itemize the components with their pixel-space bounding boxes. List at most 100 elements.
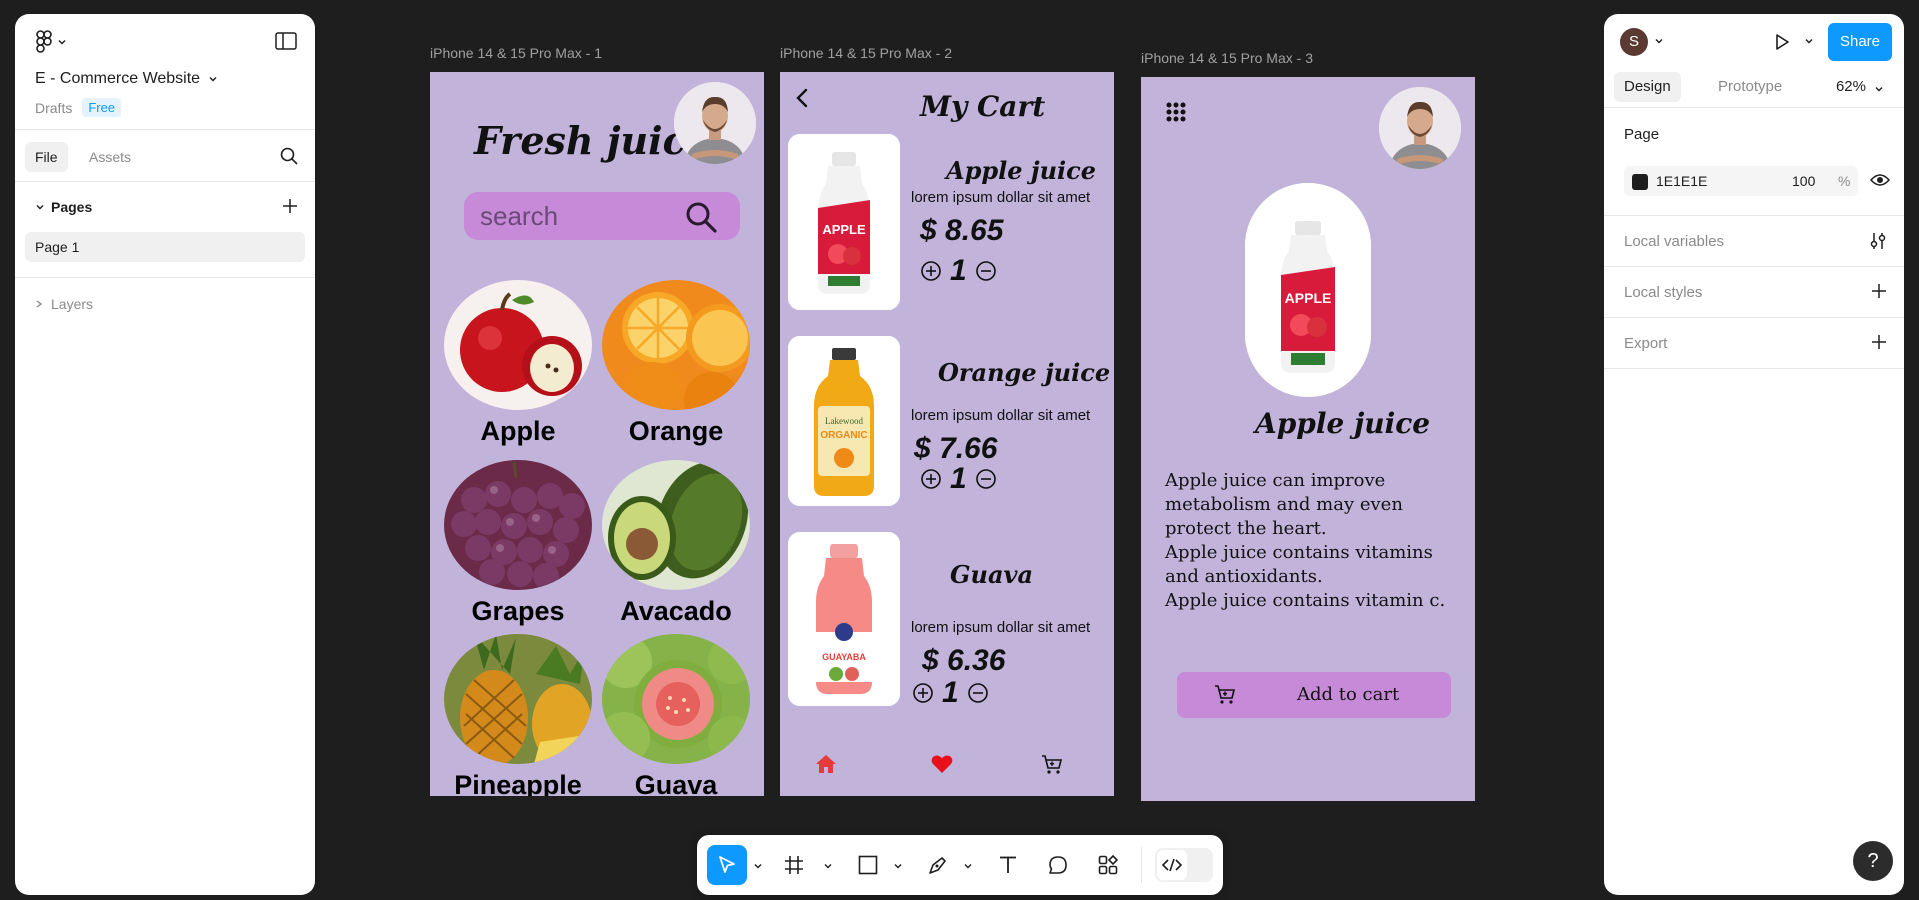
user-avatar[interactable]: S — [1620, 28, 1648, 56]
fruit-name: Orange — [628, 416, 724, 446]
panel-tabs: File Assets — [15, 130, 315, 182]
fruit-card-grapes[interactable]: Grapes — [444, 460, 592, 627]
fruit-name: Guava — [634, 770, 718, 796]
add-to-cart-button[interactable]: Add to cart — [1177, 672, 1451, 718]
sidebar-toggle-icon[interactable] — [275, 32, 297, 55]
chevron-down-icon — [36, 205, 44, 210]
fruit-name: Apple — [480, 416, 556, 446]
chevron-down-icon[interactable] — [963, 861, 973, 871]
grid-menu-icon[interactable] — [1165, 101, 1187, 128]
tab-assets[interactable]: Assets — [79, 142, 141, 172]
tab-file[interactable]: File — [25, 142, 68, 172]
minus-circle-icon[interactable] — [975, 468, 997, 490]
color-hex[interactable]: 1E1E1E — [1656, 173, 1707, 189]
frame-cart[interactable]: My Cart APPLE Apple juice lorem ipsum do… — [780, 72, 1114, 796]
guava-image — [602, 634, 750, 764]
frame-label-1[interactable]: iPhone 14 & 15 Pro Max - 1 — [430, 45, 602, 61]
color-opacity[interactable]: 100 — [1792, 173, 1815, 189]
frame-label-2[interactable]: iPhone 14 & 15 Pro Max - 2 — [780, 45, 952, 61]
plus-circle-icon[interactable] — [912, 682, 934, 704]
tab-prototype[interactable]: Prototype — [1708, 72, 1792, 102]
comment-tool-icon[interactable] — [1047, 845, 1069, 885]
export-section[interactable]: Export — [1604, 318, 1904, 369]
file-header: E - Commerce Website Drafts Free — [15, 14, 315, 130]
chevron-down-icon[interactable] — [1654, 36, 1664, 46]
minus-circle-icon[interactable] — [975, 260, 997, 282]
cart-item-image: APPLE — [788, 134, 900, 310]
main-menu-button[interactable] — [35, 30, 67, 54]
plus-icon[interactable] — [1870, 333, 1888, 351]
move-tool-icon[interactable] — [707, 845, 747, 885]
frame-label-3[interactable]: iPhone 14 & 15 Pro Max - 3 — [1141, 50, 1313, 66]
share-button[interactable]: Share — [1828, 23, 1892, 61]
page-color-field[interactable]: 1E1E1E 100 % — [1624, 166, 1858, 196]
cart-icon[interactable] — [1040, 752, 1064, 781]
export-label: Export — [1624, 335, 1668, 352]
cart-item-price: $ 7.66 — [914, 432, 998, 465]
frame-home[interactable]: Fresh juice search Apple Orange Grapes A… — [430, 72, 764, 796]
actions-tool-icon[interactable] — [1097, 845, 1119, 885]
local-styles-section[interactable]: Local styles — [1604, 267, 1904, 318]
figma-logo-icon — [36, 30, 52, 53]
rectangle-tool-icon[interactable] — [857, 845, 879, 885]
fruit-card-apple[interactable]: Apple — [444, 280, 592, 447]
text-tool-icon[interactable] — [997, 845, 1019, 885]
chevron-down-icon[interactable] — [1874, 84, 1884, 94]
pages-label: Pages — [51, 199, 93, 215]
fruit-card-avocado[interactable]: Avacado — [602, 460, 750, 627]
help-button[interactable]: ? — [1853, 841, 1893, 881]
guava-juice-bottle-icon: GUAYABA — [788, 532, 900, 706]
file-name[interactable]: E - Commerce Website — [35, 70, 218, 88]
search-input[interactable] — [480, 201, 680, 231]
page-section: Page 1E1E1E 100 % — [1604, 108, 1904, 216]
chevron-down-icon[interactable] — [893, 861, 903, 871]
eye-icon[interactable] — [1869, 172, 1891, 193]
sliders-icon[interactable] — [1868, 231, 1888, 251]
page-item[interactable]: Page 1 — [25, 232, 305, 262]
home-icon[interactable] — [814, 752, 838, 781]
color-swatch[interactable] — [1632, 174, 1648, 190]
local-styles-label: Local styles — [1624, 284, 1703, 301]
chevron-down-icon[interactable] — [823, 861, 833, 871]
pages-toggle[interactable]: Pages — [35, 199, 92, 215]
file-name-text: E - Commerce Website — [35, 70, 201, 87]
cart-item-name: Apple juice — [946, 156, 1097, 185]
pen-tool-icon[interactable] — [927, 845, 949, 885]
fruit-card-orange[interactable]: Orange — [602, 280, 750, 447]
fruit-name: Grapes — [471, 596, 565, 626]
layers-toggle[interactable]: Layers — [15, 278, 315, 312]
tab-design[interactable]: Design — [1614, 72, 1681, 102]
cart-item-desc: lorem ipsum dollar sit amet — [911, 619, 1091, 636]
plus-circle-icon[interactable] — [920, 260, 942, 282]
search-icon[interactable] — [279, 146, 299, 171]
frame-tool-icon[interactable] — [783, 845, 805, 885]
fruit-name: Avacado — [620, 596, 732, 626]
search-icon[interactable] — [684, 200, 718, 239]
add-page-icon[interactable] — [281, 197, 299, 220]
fruit-card-pineapple[interactable]: Pineapple — [444, 634, 592, 796]
chevron-down-icon[interactable] — [1804, 36, 1814, 46]
apple-image — [444, 280, 592, 410]
cart-item-name: Orange juice — [938, 358, 1111, 387]
local-variables-section[interactable]: Local variables — [1604, 216, 1904, 267]
toolbar-divider — [1141, 847, 1142, 883]
plus-icon[interactable] — [1870, 282, 1888, 300]
frame-detail[interactable]: APPLE Apple juice Apple juice can improv… — [1141, 77, 1475, 801]
dev-mode-toggle[interactable] — [1155, 848, 1213, 882]
back-arrow-icon[interactable] — [792, 86, 812, 115]
svg-text:ORGANIC: ORGANIC — [820, 430, 867, 441]
profile-avatar[interactable] — [1379, 87, 1461, 169]
pineapple-image — [444, 634, 592, 764]
minus-circle-icon[interactable] — [967, 682, 989, 704]
zoom-level[interactable]: 62% — [1836, 78, 1866, 95]
properties-panel: S Share Design Prototype 62% Page 1E1E1E… — [1604, 14, 1904, 895]
drafts-label[interactable]: Drafts — [35, 100, 72, 116]
profile-avatar[interactable] — [674, 82, 756, 164]
heart-icon[interactable] — [930, 752, 954, 781]
fruit-card-guava[interactable]: Guava — [602, 634, 750, 796]
quantity-stepper: 1 — [912, 676, 989, 710]
plus-circle-icon[interactable] — [920, 468, 942, 490]
present-play-icon[interactable] — [1772, 32, 1792, 52]
description-line: Apple juice contains vitamin c. — [1165, 590, 1446, 611]
chevron-down-icon[interactable] — [753, 861, 763, 871]
